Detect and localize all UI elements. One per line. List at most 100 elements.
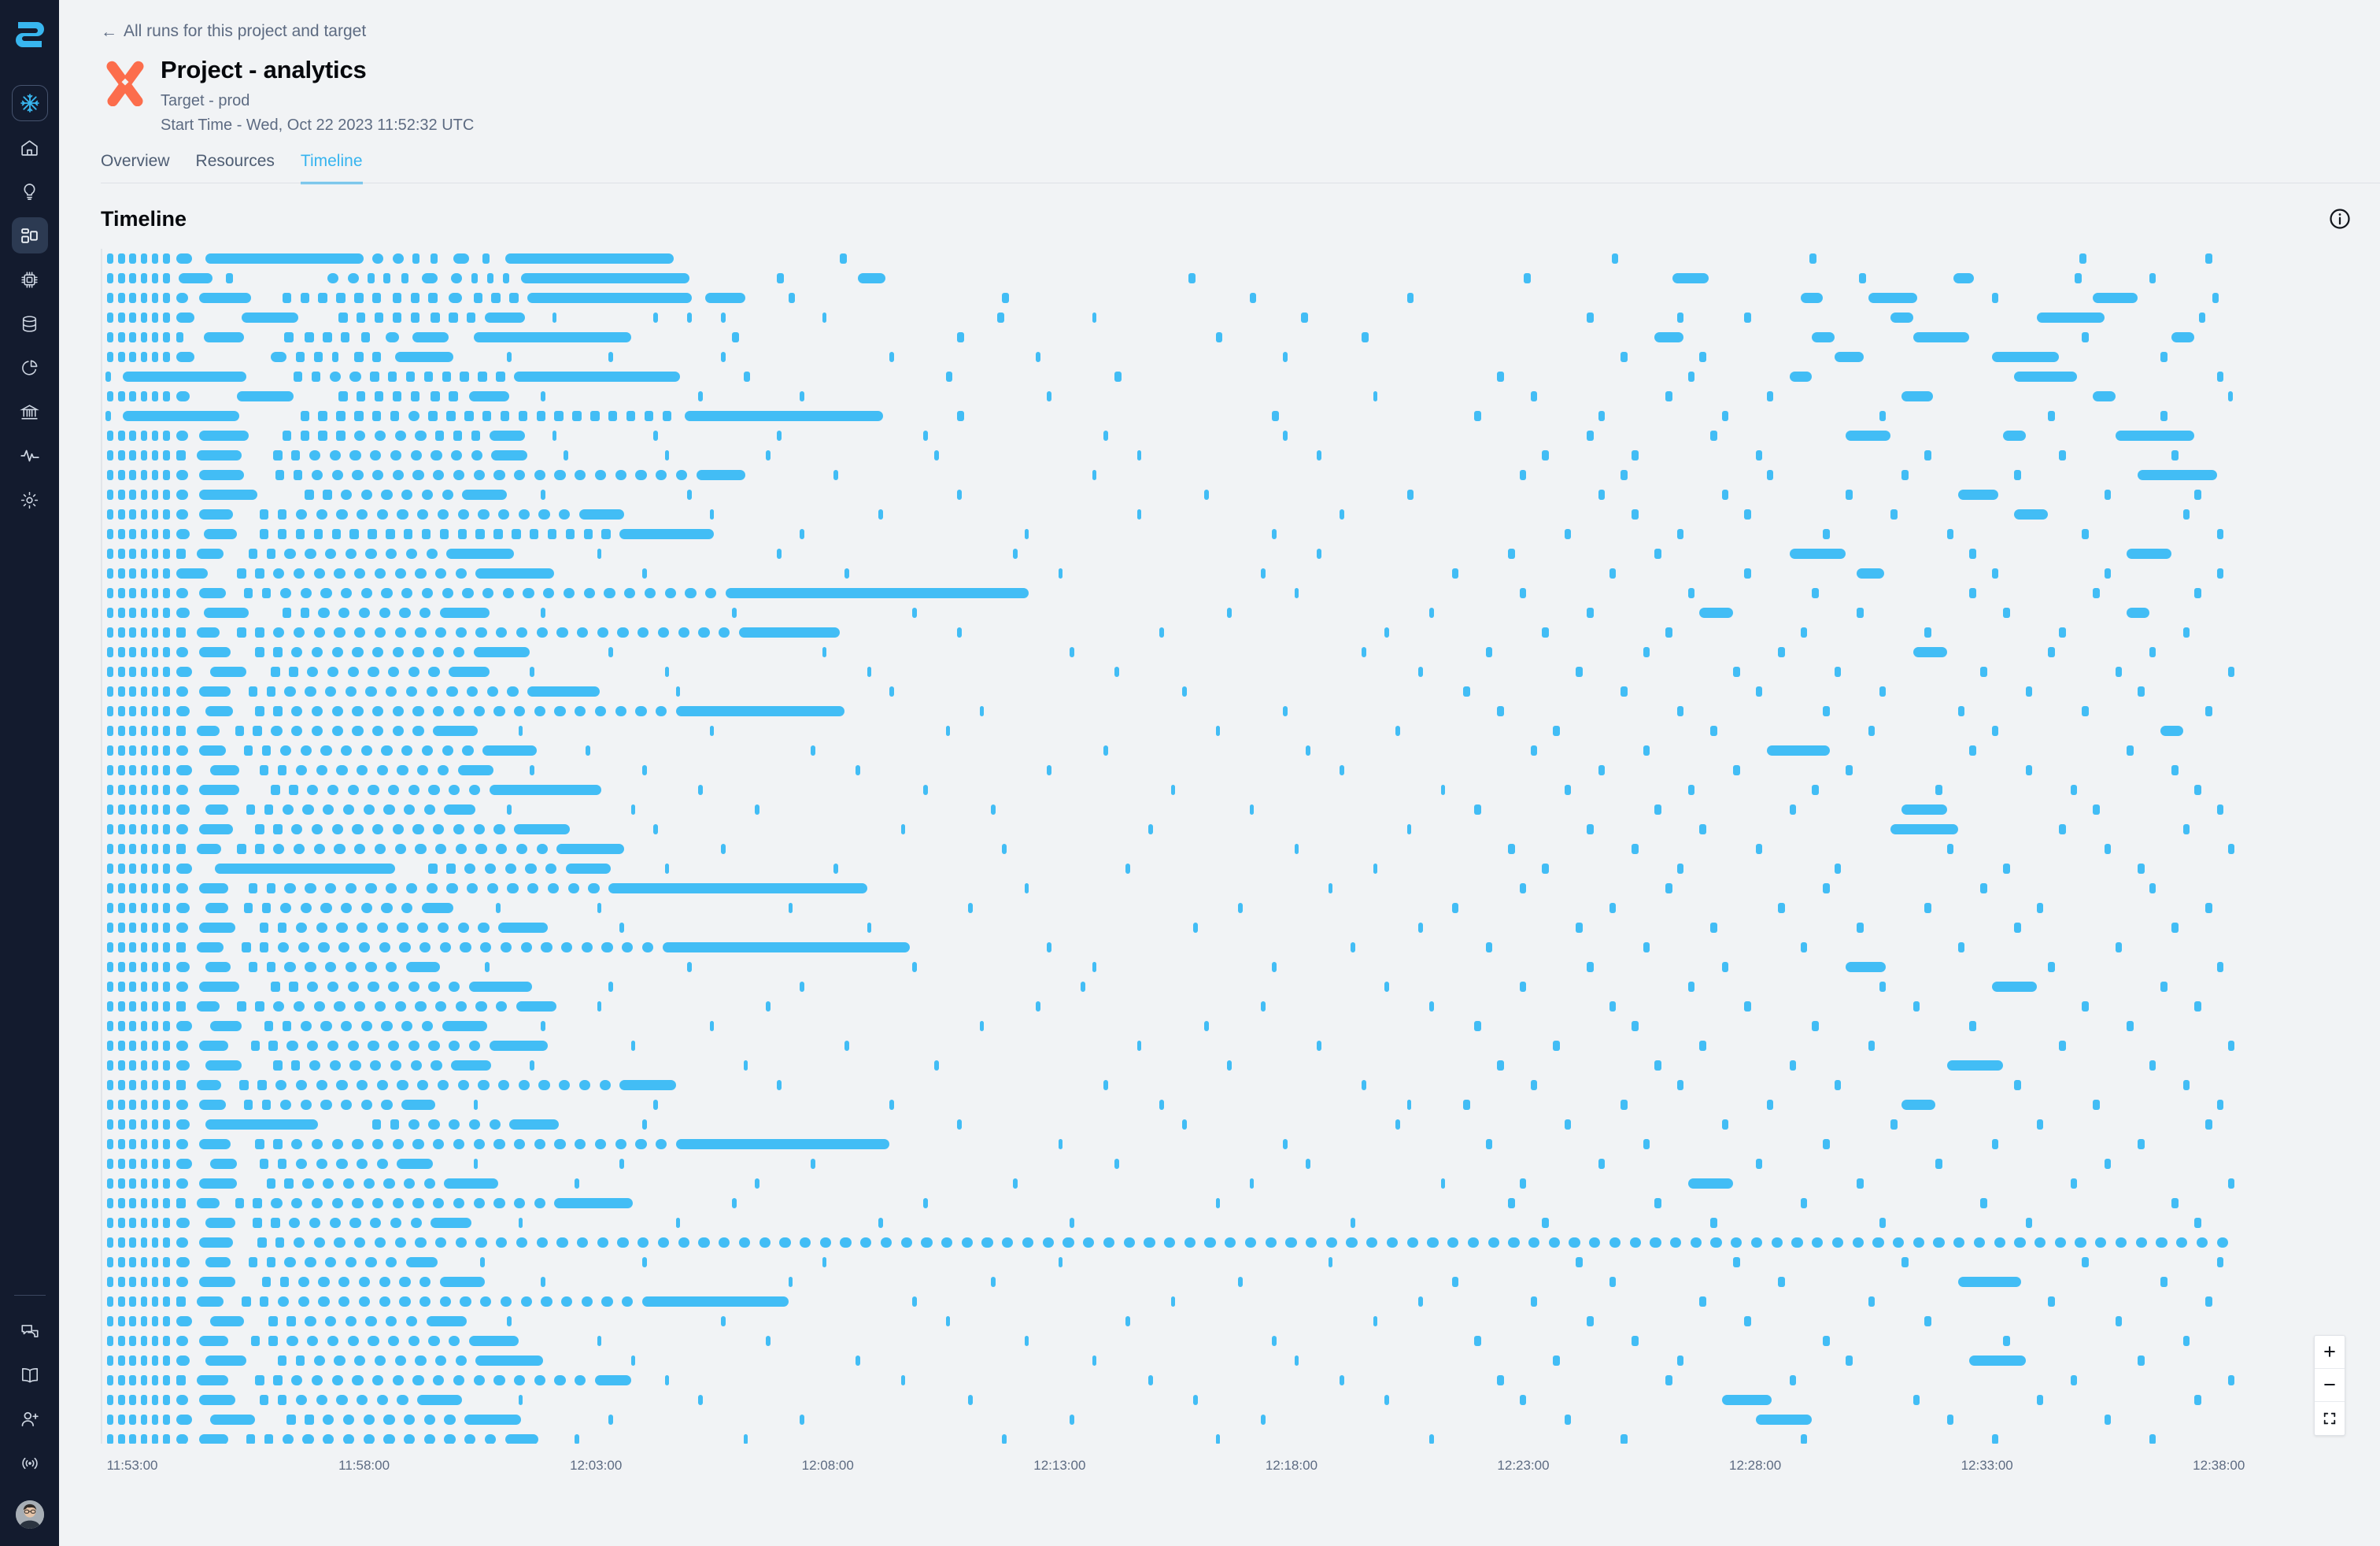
timeline-bar[interactable] <box>1485 941 1493 952</box>
timeline-bar[interactable] <box>140 627 148 638</box>
timeline-bar[interactable] <box>403 1414 416 1425</box>
timeline-bar[interactable] <box>151 449 159 460</box>
timeline-bar[interactable] <box>376 922 388 933</box>
timeline-bar[interactable] <box>151 568 159 579</box>
timeline-bar[interactable] <box>433 1138 445 1149</box>
timeline-bar[interactable] <box>106 469 114 480</box>
timeline-bar[interactable] <box>1485 646 1493 657</box>
timeline-bar[interactable] <box>176 961 190 972</box>
timeline-bar[interactable] <box>630 1040 636 1051</box>
timeline-bar[interactable] <box>106 823 114 834</box>
timeline-bar[interactable] <box>198 1237 233 1248</box>
timeline-bar[interactable] <box>205 1119 319 1130</box>
timeline-bar[interactable] <box>1994 1237 2005 1248</box>
timeline-bar[interactable] <box>1103 1237 1115 1248</box>
timeline-bar[interactable] <box>1969 548 1976 559</box>
timeline-bar[interactable] <box>338 312 348 323</box>
timeline-bar[interactable] <box>163 725 170 736</box>
timeline-bar[interactable] <box>140 351 148 362</box>
timeline-bar[interactable] <box>1227 607 1232 618</box>
timeline-bar[interactable] <box>118 292 125 303</box>
timeline-bar[interactable] <box>638 627 649 638</box>
timeline-bar[interactable] <box>140 1355 148 1366</box>
timeline-bar[interactable] <box>2014 922 2021 933</box>
timeline-bar[interactable] <box>431 1060 442 1071</box>
timeline-bar[interactable] <box>1136 449 1142 460</box>
timeline-bar[interactable] <box>374 390 384 401</box>
timeline-bar[interactable] <box>559 509 571 520</box>
timeline-bar[interactable] <box>583 528 593 539</box>
timeline-bar[interactable] <box>260 509 269 520</box>
timeline-bar[interactable] <box>345 548 357 559</box>
timeline-bar[interactable] <box>261 1099 272 1110</box>
timeline-bar[interactable] <box>498 509 510 520</box>
timeline-bar[interactable] <box>271 784 280 795</box>
timeline-bar[interactable] <box>273 1374 283 1385</box>
timeline-bar[interactable] <box>556 627 568 638</box>
timeline-bar[interactable] <box>1447 1237 1459 1248</box>
timeline-bar[interactable] <box>360 745 372 756</box>
timeline-bar[interactable] <box>594 705 607 716</box>
timeline-bar[interactable] <box>2205 705 2212 716</box>
timeline-bar[interactable] <box>799 528 804 539</box>
timeline-bar[interactable] <box>320 1099 332 1110</box>
timeline-bar[interactable] <box>390 1217 402 1228</box>
timeline-bar[interactable] <box>354 627 366 638</box>
timeline-bar[interactable] <box>496 371 505 382</box>
timeline-bar[interactable] <box>1699 1296 1706 1307</box>
timeline-row[interactable] <box>102 957 2352 977</box>
tab-overview[interactable]: Overview <box>101 152 170 184</box>
timeline-bar[interactable] <box>1969 1020 1976 1031</box>
timeline-bar[interactable] <box>140 1315 148 1326</box>
timeline-bar[interactable] <box>140 1197 148 1208</box>
timeline-bar[interactable] <box>309 449 321 460</box>
timeline-bar[interactable] <box>685 410 883 421</box>
timeline-bar[interactable] <box>327 784 339 795</box>
timeline-bar[interactable] <box>140 331 148 342</box>
timeline-bar[interactable] <box>617 627 629 638</box>
timeline-bar[interactable] <box>889 351 894 362</box>
timeline-bar[interactable] <box>638 1237 649 1248</box>
timeline-bar[interactable] <box>2059 823 2067 834</box>
timeline-bar[interactable] <box>1002 843 1007 854</box>
timeline-bar[interactable] <box>176 548 186 559</box>
timeline-bar[interactable] <box>527 292 692 303</box>
timeline-bar[interactable] <box>295 509 308 520</box>
timeline-bar[interactable] <box>140 1060 148 1071</box>
timeline-bar[interactable] <box>1047 764 1052 775</box>
timeline-bar[interactable] <box>307 981 319 992</box>
timeline-bar[interactable] <box>439 1296 451 1307</box>
timeline-row[interactable] <box>102 485 2352 505</box>
timeline-bar[interactable] <box>426 882 438 893</box>
timeline-bar[interactable] <box>401 489 413 500</box>
timeline-bar[interactable] <box>302 804 314 815</box>
timeline-bar[interactable] <box>475 843 487 854</box>
timeline-row[interactable] <box>102 1292 2352 1311</box>
timeline-bar[interactable] <box>412 646 424 657</box>
timeline-bar[interactable] <box>163 272 170 283</box>
timeline-bar[interactable] <box>320 745 332 756</box>
timeline-bar[interactable] <box>313 627 325 638</box>
timeline-bar[interactable] <box>473 705 485 716</box>
timeline-bar[interactable] <box>457 922 469 933</box>
timeline-bar[interactable] <box>449 666 490 677</box>
timeline-bar[interactable] <box>1654 1060 1661 1071</box>
timeline-bar[interactable] <box>151 1256 159 1267</box>
timeline-bar[interactable] <box>921 1237 933 1248</box>
timeline-bar[interactable] <box>347 981 359 992</box>
zoom-in-button[interactable] <box>2315 1336 2345 1369</box>
timeline-bar[interactable] <box>163 1414 170 1425</box>
timeline-bar[interactable] <box>151 1237 159 1248</box>
timeline-bar[interactable] <box>300 587 312 598</box>
timeline-bar[interactable] <box>151 961 159 972</box>
timeline-bar[interactable] <box>578 1079 591 1090</box>
timeline-bar[interactable] <box>514 1374 526 1385</box>
timeline-bar[interactable] <box>2216 371 2224 382</box>
timeline-bar[interactable] <box>293 568 305 579</box>
timeline-bar[interactable] <box>365 686 377 697</box>
timeline-bar[interactable] <box>1317 449 1322 460</box>
timeline-row[interactable] <box>102 1429 2352 1444</box>
timeline-bar[interactable] <box>360 489 372 500</box>
timeline-bar[interactable] <box>140 823 148 834</box>
timeline-bar[interactable] <box>118 528 125 539</box>
